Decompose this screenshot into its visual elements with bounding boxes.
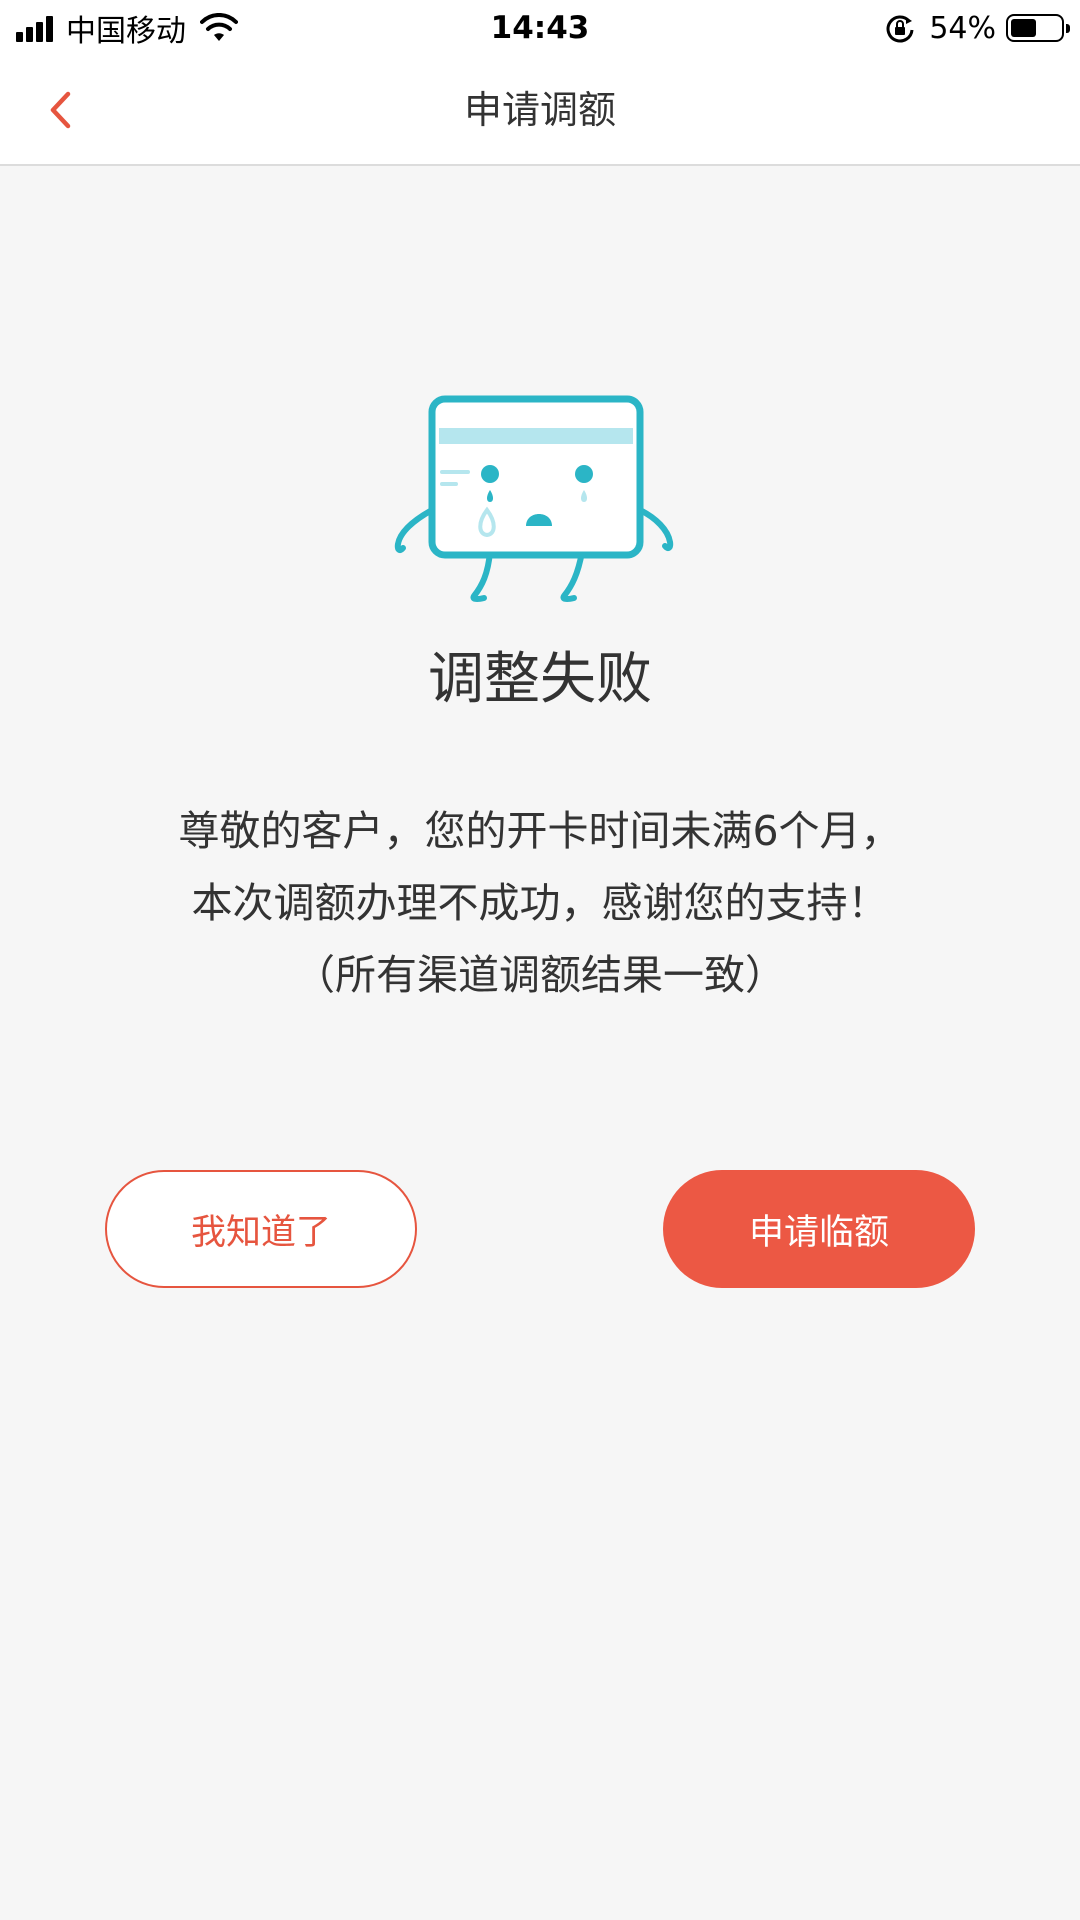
- result-message: 尊敬的客户，您的开卡时间未满6个月， 本次调额办理不成功，感谢您的支持！ （所有…: [60, 795, 1020, 1011]
- back-button[interactable]: [30, 80, 90, 140]
- message-line: 尊敬的客户，您的开卡时间未满6个月，: [178, 807, 902, 855]
- message-line: （所有渠道调额结果一致）: [294, 951, 786, 999]
- apply-temp-limit-button[interactable]: 申请临额: [663, 1170, 975, 1288]
- status-right: 54%: [885, 8, 1070, 48]
- battery-cap: [1066, 24, 1070, 33]
- page-title: 申请调额: [463, 88, 616, 132]
- status-bar: 中国移动 14:43 54%: [0, 0, 1080, 54]
- battery-percent: 54%: [929, 10, 996, 46]
- result-title: 调整失败: [428, 647, 652, 712]
- nav-bar: 申请调额: [0, 54, 1080, 166]
- chevron-left-icon: [50, 91, 71, 129]
- battery-icon: [1006, 14, 1070, 42]
- rotation-lock-icon: [886, 15, 914, 43]
- message-line: 本次调额办理不成功，感谢您的支持！: [191, 879, 889, 927]
- battery-level: [1011, 19, 1036, 37]
- acknowledge-button[interactable]: 我知道了: [105, 1170, 417, 1288]
- crying-card-icon: [394, 395, 674, 603]
